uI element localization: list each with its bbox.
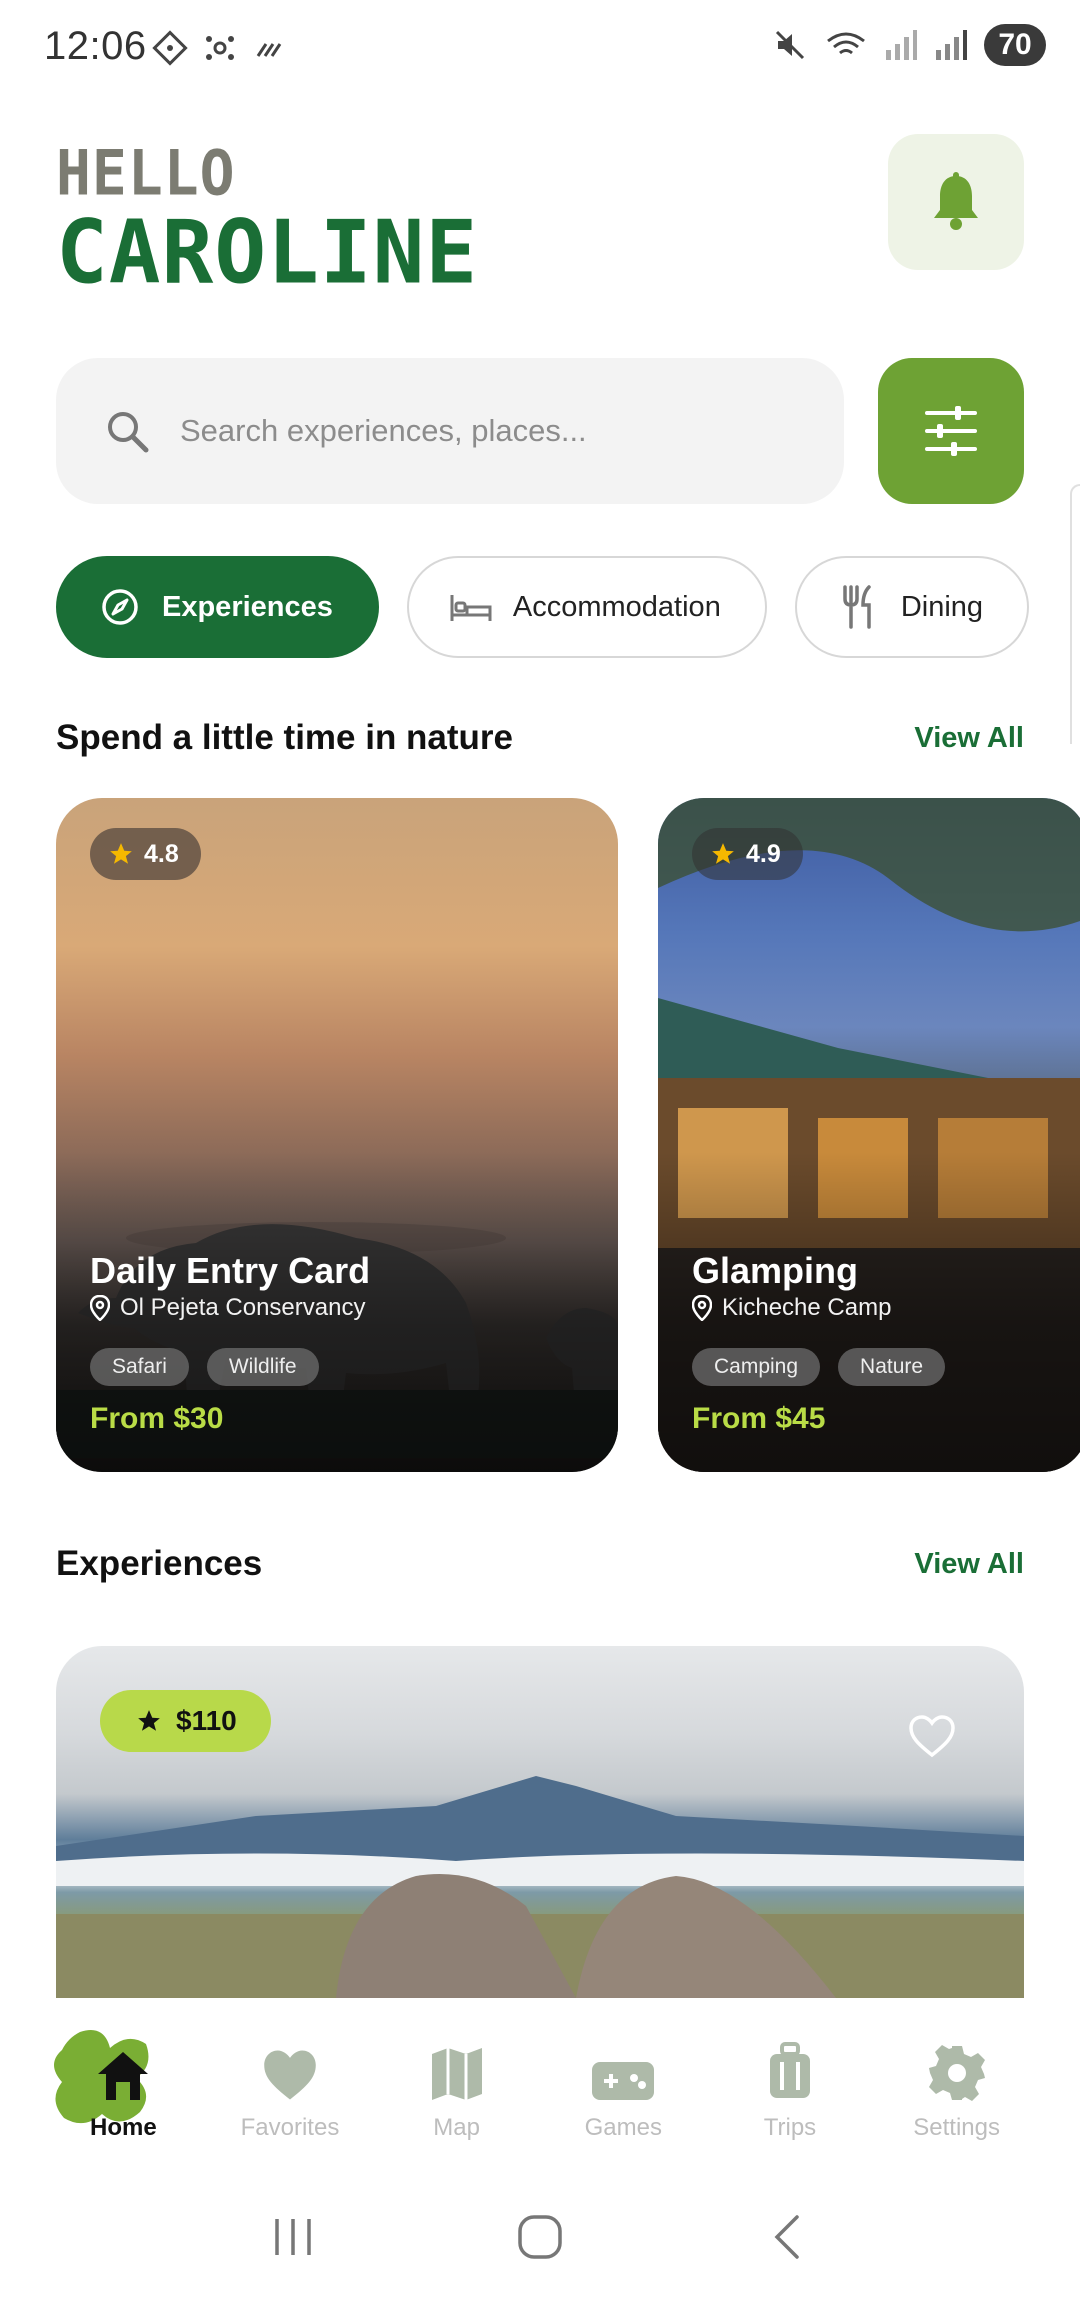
app-screen: 12:06 70 HELLO CAROLINE Experie — [0, 0, 1080, 2316]
heart-icon — [260, 2032, 320, 2102]
nav-games[interactable]: Games — [548, 1998, 698, 2158]
card-price: From $30 — [90, 1402, 224, 1435]
location-text: Kicheche Camp — [722, 1294, 892, 1321]
chip-label: Dining — [900, 590, 984, 623]
bottom-navigation: Home Favorites Map Games Trips Settings — [0, 1998, 1080, 2158]
nav-label: Settings — [913, 2114, 1000, 2141]
section-title-nature: Spend a little time in nature — [56, 718, 514, 757]
card-location: Ol Pejeta Conservancy — [90, 1294, 365, 1322]
notifications-button[interactable] — [888, 134, 1024, 270]
rating-value: 4.8 — [144, 839, 179, 868]
tag: Camping — [692, 1348, 821, 1386]
nav-label: Map — [433, 2114, 480, 2141]
card-title: Glamping — [692, 1250, 859, 1291]
gear-icon — [928, 2032, 986, 2102]
status-system-icons: 70 — [772, 24, 1046, 66]
greeting-name: CAROLINE — [56, 202, 479, 304]
nav-trips[interactable]: Trips — [715, 1998, 865, 2158]
experience-card-glamping[interactable]: 4.9 Glamping Kicheche Camp Camping Natur… — [658, 798, 1080, 1472]
home-circle-icon — [518, 2215, 562, 2259]
bed-icon — [449, 585, 493, 629]
tag: Safari — [90, 1348, 189, 1386]
view-all-nature-link[interactable]: View All — [914, 722, 1024, 755]
nav-home[interactable]: Home — [48, 1998, 198, 2158]
battery-indicator: 70 — [984, 24, 1046, 66]
tag: Nature — [838, 1348, 946, 1386]
search-icon — [108, 412, 149, 453]
nav-favorites[interactable]: Favorites — [215, 1998, 365, 2158]
star-icon — [712, 843, 734, 864]
favorite-heart-icon[interactable] — [908, 1714, 956, 1758]
location-text: Ol Pejeta Conservancy — [120, 1294, 366, 1321]
card-tags: Camping Nature — [692, 1348, 946, 1386]
nav-map[interactable]: Map — [382, 1998, 532, 2158]
greeting-hello: HELLO — [56, 136, 236, 210]
search-bar[interactable] — [56, 358, 844, 504]
chip-label: Accommodation — [512, 590, 721, 623]
mute-icon — [775, 30, 805, 60]
filter-button[interactable] — [878, 358, 1024, 504]
system-navigation-bar — [0, 2158, 1080, 2316]
experience-card-daily-entry[interactable]: 4.8 Daily Entry Card Ol Pejeta Conservan… — [56, 798, 618, 1472]
rating-badge: 4.9 — [692, 828, 803, 880]
signal-icon-1 — [886, 30, 917, 60]
star-icon — [110, 843, 132, 864]
fork-knife-icon — [837, 585, 881, 629]
tag: Wildlife — [206, 1348, 319, 1386]
status-notification-icons — [152, 30, 288, 66]
nav-settings[interactable]: Settings — [882, 1998, 1032, 2158]
back-button[interactable] — [757, 2207, 817, 2267]
map-icon — [430, 2032, 484, 2102]
category-chips: Experiences Accommodation Dining — [56, 556, 1030, 658]
nav-label: Home — [89, 2114, 157, 2141]
hero-price-value: $110 — [176, 1705, 237, 1736]
featured-experience-card[interactable]: $110 — [56, 1646, 1024, 1998]
recents-icon — [275, 2219, 312, 2255]
status-bar: 12:06 70 — [0, 0, 1080, 96]
luggage-icon — [767, 2032, 813, 2102]
nav-label: Games — [584, 2114, 662, 2141]
rating-badge: 4.8 — [90, 828, 201, 880]
scroll-edge — [1070, 484, 1080, 744]
network-nodes-icon — [206, 36, 234, 60]
chip-label: Experiences — [162, 590, 333, 623]
location-pin-icon — [692, 1295, 712, 1321]
chip-experiences[interactable]: Experiences — [56, 556, 379, 658]
chip-accommodation[interactable]: Accommodation — [406, 556, 767, 658]
nav-label: Favorites — [240, 2114, 340, 2141]
section-title-experiences: Experiences — [56, 1544, 263, 1583]
hero-price-badge: $110 — [100, 1690, 271, 1752]
wifi-icon — [827, 32, 865, 55]
card-tags: Safari Wildlife — [90, 1348, 319, 1386]
rating-value: 4.9 — [746, 839, 781, 868]
home-system-button[interactable] — [510, 2207, 570, 2267]
sliders-icon — [925, 406, 977, 456]
signal-icon-2 — [936, 30, 967, 60]
card-title: Daily Entry Card — [90, 1250, 371, 1291]
bell-icon — [934, 172, 978, 230]
status-time: 12:06 — [44, 24, 147, 68]
recent-apps-button[interactable] — [263, 2207, 323, 2267]
slashes-icon — [256, 43, 282, 57]
card-location: Kicheche Camp — [692, 1294, 891, 1322]
diamond-app-icon — [152, 30, 188, 66]
search-input[interactable] — [180, 413, 800, 449]
star-icon — [138, 1710, 160, 1731]
back-chevron-icon — [774, 2215, 799, 2259]
chip-dining[interactable]: Dining — [794, 556, 1030, 658]
nav-label: Trips — [763, 2114, 817, 2141]
card-price: From $45 — [692, 1402, 826, 1435]
home-icon — [94, 2032, 152, 2102]
compass-icon — [98, 585, 142, 629]
location-pin-icon — [90, 1295, 110, 1321]
view-all-experiences-link[interactable]: View All — [914, 1548, 1024, 1581]
gamepad-icon — [590, 2032, 656, 2102]
